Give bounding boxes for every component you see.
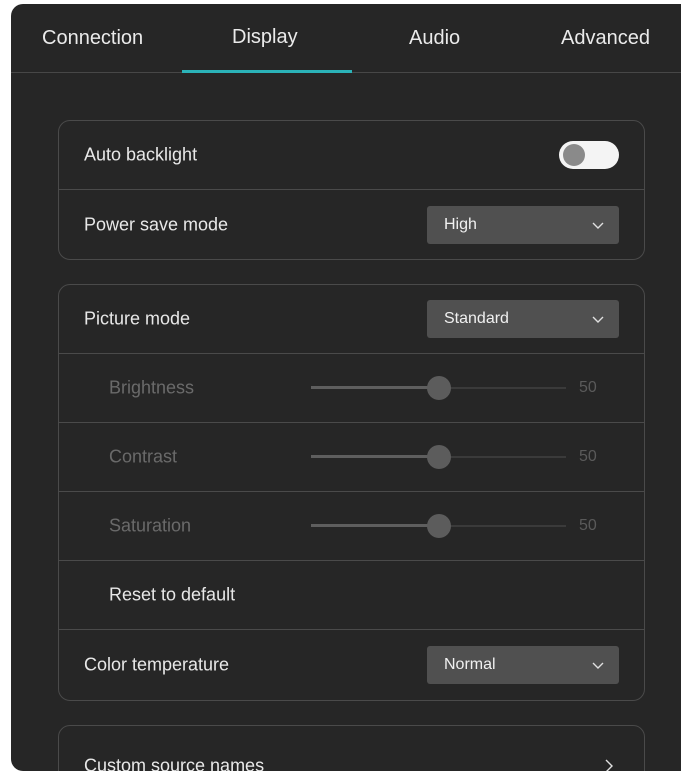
tab-advanced[interactable]: Advanced: [561, 27, 650, 50]
power-save-label: Power save mode: [84, 214, 229, 234]
toggle-knob: [563, 144, 585, 166]
slider-fill: [311, 524, 439, 527]
sources-card: Custom source names: [58, 725, 645, 771]
brightness-label: Brightness: [109, 377, 195, 398]
tab-audio[interactable]: Audio: [409, 27, 460, 50]
chevron-down-icon: [592, 316, 604, 323]
slider-thumb[interactable]: [426, 376, 451, 400]
slider-thumb[interactable]: [426, 445, 451, 469]
auto-backlight-label: Auto backlight: [84, 144, 198, 165]
reset-row[interactable]: Reset to default: [59, 561, 644, 630]
color-temperature-row: Color temperature Normal: [59, 630, 644, 699]
brightness-value: 50: [579, 379, 597, 396]
slider-fill: [311, 386, 439, 389]
saturation-value: 50: [579, 517, 597, 534]
power-save-dropdown[interactable]: High: [427, 205, 619, 244]
picture-card: Picture mode Standard Brightness 50 Cont…: [58, 284, 645, 701]
reset-to-default-button[interactable]: Reset to default: [109, 585, 235, 606]
color-temperature-dropdown[interactable]: Normal: [427, 645, 619, 684]
saturation-row: Saturation 50: [59, 492, 644, 561]
settings-window: Connection Display Audio Advanced Auto b…: [11, 4, 681, 771]
color-temperature-value: Normal: [444, 655, 496, 673]
custom-source-names-label: Custom source names: [84, 755, 265, 771]
slider-thumb[interactable]: [426, 514, 451, 538]
brightness-row: Brightness 50: [59, 354, 644, 423]
chevron-right-icon: [605, 759, 613, 771]
saturation-slider[interactable]: [311, 514, 566, 538]
contrast-value: 50: [579, 448, 597, 465]
auto-backlight-row: Auto backlight: [59, 121, 644, 190]
power-save-value: High: [444, 215, 477, 233]
auto-backlight-toggle[interactable]: [559, 141, 619, 169]
picture-mode-row: Picture mode Standard: [59, 285, 644, 354]
contrast-slider[interactable]: [311, 445, 566, 469]
brightness-slider[interactable]: [311, 376, 566, 400]
picture-mode-dropdown[interactable]: Standard: [427, 300, 619, 338]
slider-fill: [311, 455, 439, 458]
picture-mode-value: Standard: [444, 310, 509, 327]
chevron-down-icon: [592, 662, 604, 669]
custom-source-names-row[interactable]: Custom source names: [59, 726, 644, 771]
chevron-down-icon: [592, 222, 604, 229]
power-card: Auto backlight Power save mode High: [58, 120, 645, 260]
tab-bar: Connection Display Audio Advanced: [11, 4, 681, 73]
saturation-label: Saturation: [109, 515, 192, 536]
contrast-row: Contrast 50: [59, 423, 644, 492]
contrast-label: Contrast: [109, 446, 178, 467]
tab-display[interactable]: Display: [232, 26, 298, 49]
tab-connection[interactable]: Connection: [42, 27, 143, 50]
picture-mode-label: Picture mode: [84, 308, 191, 329]
power-save-row: Power save mode High: [59, 190, 644, 259]
color-temperature-label: Color temperature: [84, 654, 230, 674]
active-tab-indicator: [182, 70, 352, 73]
